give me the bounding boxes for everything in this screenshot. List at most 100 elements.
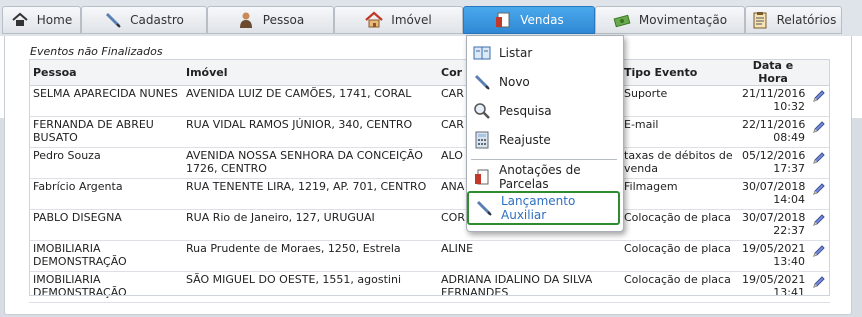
nav-home[interactable]: Home	[2, 6, 81, 34]
vendas-dropdown-menu: Listar Novo Pesquisa Reajuste Anotações …	[466, 35, 624, 232]
edit-pencil-icon[interactable]	[812, 275, 826, 289]
cell-imovel: RUA VIDAL RAMOS JÚNIOR, 340, CENTRO	[182, 116, 437, 148]
cell-imovel: RUA Rio de Janeiro, 127, URUGUAI	[182, 209, 437, 241]
cell-data-hora: 19/05/2021 13:40	[738, 240, 808, 272]
cell-data: 30/07/2018	[742, 180, 806, 193]
cell-actions	[808, 116, 830, 148]
house-red-icon	[365, 11, 384, 28]
nav-movimentacao-label: Movimentação	[638, 13, 728, 27]
menu-item-lancamento-auxiliar-label: Lançamento Auxiliar	[501, 194, 576, 222]
clipboard-icon	[753, 12, 767, 29]
edit-pencil-icon[interactable]	[812, 213, 826, 227]
book-icon	[473, 46, 491, 60]
menu-divider	[471, 159, 617, 160]
menu-item-anotacoes-parcelas-label: Anotações de Parcelas	[499, 163, 581, 191]
col-imovel[interactable]: Imóvel	[182, 59, 437, 86]
cell-tipo: taxas de débitos de venda	[620, 147, 738, 179]
cell-imovel: RUA TENENTE LIRA, 1219, AP. 701, CENTRO	[182, 178, 437, 210]
cell-actions	[808, 85, 830, 117]
nav-home-label: Home	[36, 13, 73, 27]
col-pessoa[interactable]: Pessoa	[29, 59, 182, 86]
table-row[interactable]: IMOBILIARIA DEMONSTRAÇÃO Rua Prudente de…	[29, 240, 830, 272]
cell-corretor: ALINE	[437, 240, 620, 272]
col-tipo-evento[interactable]: Tipo Evento	[620, 59, 738, 86]
nav-cadastro[interactable]: Cadastro	[81, 6, 207, 34]
cell-data-hora: 22/11/2016 08:49	[738, 116, 808, 148]
cell-data-hora: 30/07/2018 14:04	[738, 178, 808, 210]
table-header-row: Pessoa Imóvel Cor Tipo Evento Data e Hor…	[29, 59, 830, 86]
cell-pessoa: FERNANDA DE ABREU BUSATO	[29, 116, 182, 148]
menu-item-listar[interactable]: Listar	[471, 41, 619, 65]
table-row[interactable]: FERNANDA DE ABREU BUSATO RUA VIDAL RAMOS…	[29, 116, 830, 148]
edit-pencil-icon[interactable]	[812, 151, 826, 165]
nav-cadastro-label: Cadastro	[130, 13, 184, 27]
menu-item-pesquisa-label: Pesquisa	[499, 104, 552, 118]
cell-hora: 13:41	[773, 286, 805, 299]
cell-tipo: Suporte	[620, 85, 738, 117]
cell-data: 05/12/2016	[742, 149, 806, 162]
menu-item-listar-label: Listar	[499, 46, 533, 60]
table-row[interactable]: IMOBILIARIA DEMONSTRAÇÃO SÃO MIGUEL DO O…	[29, 271, 830, 303]
house-icon	[12, 12, 28, 26]
calculator-icon	[475, 131, 489, 149]
menu-item-novo-label: Novo	[499, 75, 530, 89]
pen-icon	[106, 12, 121, 28]
cell-data: 22/11/2016	[742, 118, 806, 131]
pen-icon	[476, 200, 492, 216]
menu-item-pesquisa[interactable]: Pesquisa	[471, 99, 619, 123]
cell-actions	[808, 271, 830, 303]
nav-pessoa[interactable]: Pessoa	[207, 6, 334, 34]
col-actions	[808, 59, 830, 86]
nav-movimentacao[interactable]: Movimentação	[595, 6, 745, 34]
table-row[interactable]: SELMA APARECIDA NUNES AVENIDA LUIZ DE CA…	[29, 85, 830, 117]
cell-hora: 08:49	[773, 131, 805, 144]
table-row[interactable]: PABLO DISEGNA RUA Rio de Janeiro, 127, U…	[29, 209, 830, 241]
cell-data-hora: 21/11/2016 10:32	[738, 85, 808, 117]
edit-pencil-icon[interactable]	[812, 244, 826, 258]
menu-item-anotacoes-parcelas[interactable]: Anotações de Parcelas	[471, 163, 619, 191]
document-icon	[496, 12, 510, 28]
cell-hora: 13:40	[773, 255, 805, 268]
nav-relatorios[interactable]: Relatórios	[745, 6, 842, 34]
cell-data-hora: 19/05/2021 13:41	[738, 271, 808, 303]
cell-data: 19/05/2021	[742, 273, 806, 286]
cell-data-hora: 05/12/2016 17:37	[738, 147, 808, 179]
menu-item-novo[interactable]: Novo	[471, 70, 619, 94]
menu-item-reajuste-label: Reajuste	[499, 133, 551, 147]
person-icon	[239, 12, 252, 28]
cell-pessoa: Pedro Souza	[29, 147, 182, 179]
cell-pessoa: IMOBILIARIA DEMONSTRAÇÃO	[29, 240, 182, 272]
magnifier-icon	[474, 103, 490, 119]
edit-pencil-icon[interactable]	[812, 182, 826, 196]
nav-vendas[interactable]: Vendas	[463, 6, 595, 34]
cell-imovel: Rua Prudente de Moraes, 1250, Estrela	[182, 240, 437, 272]
nav-pessoa-label: Pessoa	[262, 13, 305, 27]
cell-actions	[808, 178, 830, 210]
cell-imovel: AVENIDA NOSSA SENHORA DA CONCEIÇÃO 1726,…	[182, 147, 437, 179]
nav-imovel[interactable]: Imóvel	[334, 6, 463, 34]
cell-pessoa: SELMA APARECIDA NUNES	[29, 85, 182, 117]
edit-pencil-icon[interactable]	[812, 89, 826, 103]
table-row[interactable]: Fabrício Argenta RUA TENENTE LIRA, 1219,…	[29, 178, 830, 210]
cell-tipo: Colocação de placa	[620, 240, 738, 272]
cell-tipo: Filmagem	[620, 178, 738, 210]
menu-item-reajuste[interactable]: Reajuste	[471, 128, 619, 152]
main-navbar: Home Cadastro Pessoa Imóvel Vendas Movim…	[0, 0, 862, 37]
cell-hora: 17:37	[773, 162, 805, 175]
pen-icon	[474, 74, 490, 90]
cell-data: 19/05/2021	[742, 242, 806, 255]
menu-item-lancamento-auxiliar[interactable]: Lançamento Auxiliar	[467, 191, 620, 225]
table-row[interactable]: Pedro Souza AVENIDA NOSSA SENHORA DA CON…	[29, 147, 830, 179]
cell-actions	[808, 147, 830, 179]
cell-actions	[808, 240, 830, 272]
cell-tipo: Colocação de placa	[620, 209, 738, 241]
cell-imovel: AVENIDA LUIZ DE CAMÕES, 1741, CORAL	[182, 85, 437, 117]
nav-vendas-label: Vendas	[520, 13, 564, 27]
cell-data: 30/07/2018	[742, 211, 806, 224]
cell-tipo: Colocação de placa	[620, 271, 738, 303]
note-icon	[475, 169, 489, 185]
money-icon	[613, 14, 631, 28]
edit-pencil-icon[interactable]	[812, 120, 826, 134]
events-caption: Eventos não Finalizados	[30, 45, 163, 58]
col-data-hora[interactable]: Data e Hora	[738, 59, 808, 86]
